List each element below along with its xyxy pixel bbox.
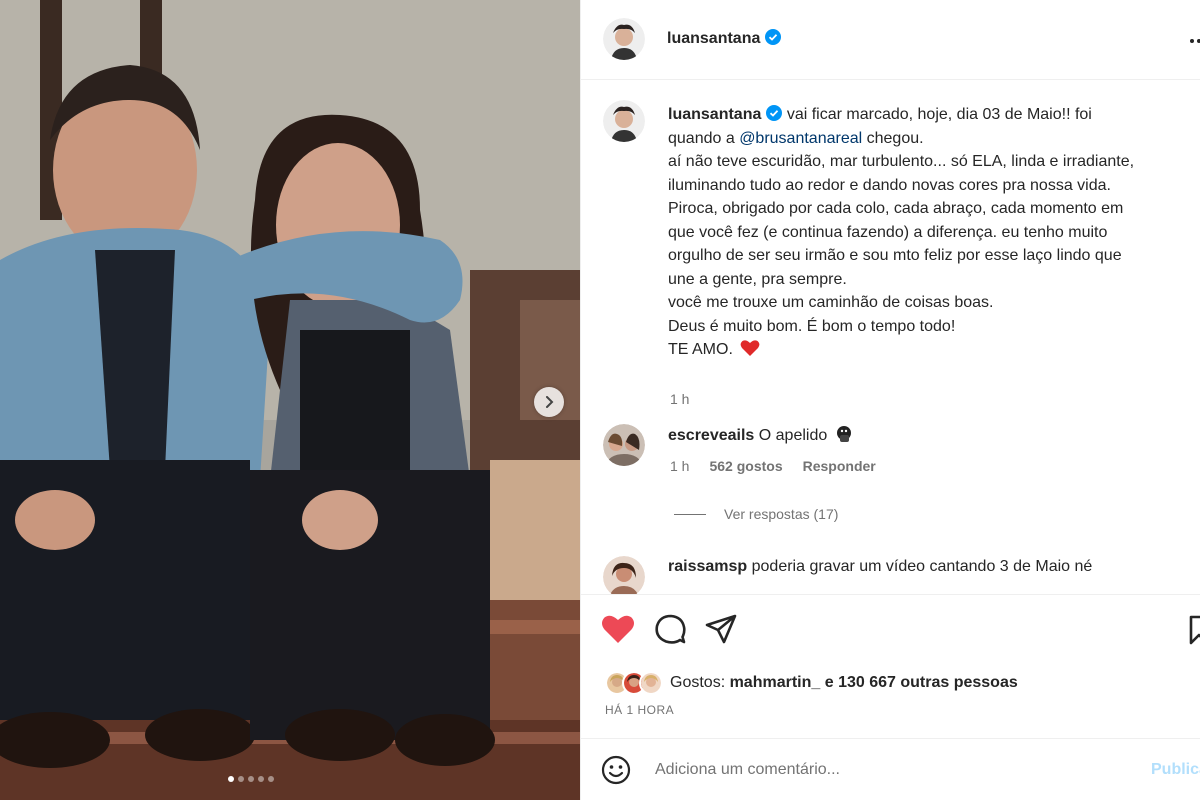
comment-username[interactable]: escreveails xyxy=(668,427,754,444)
comment-body: raissamsp poderia gravar um vídeo cantan… xyxy=(668,556,1198,578)
likes-count[interactable]: e 130 667 outras pessoas xyxy=(820,674,1018,691)
caption-line: que você fez (e continua fazendo) a dife… xyxy=(668,223,1108,241)
view-replies-button[interactable]: Ver respostas (17) xyxy=(674,506,838,522)
comment-input[interactable] xyxy=(655,755,1135,785)
comments-area[interactable]: luansantana vai ficar marcado, hoje, dia… xyxy=(581,81,1200,594)
avatar[interactable] xyxy=(603,18,645,60)
carousel-indicator xyxy=(228,776,274,782)
post-header: luansantana xyxy=(581,0,1200,80)
mention-link[interactable]: @brusantanareal xyxy=(739,130,862,147)
comment-meta: 1 h 562 gostos Responder xyxy=(670,458,876,474)
comment-body: escreveails O apelido xyxy=(668,424,1198,447)
caption-line: une a gente, pra sempre. xyxy=(668,270,847,288)
caption-line: quando a xyxy=(668,129,740,147)
comment-text: poderia gravar um vídeo cantando 3 de Ma… xyxy=(751,558,1093,575)
avatar[interactable] xyxy=(603,556,645,594)
hand-over-mouth-emoji-icon xyxy=(836,426,851,442)
likes-prefix: Gostos: xyxy=(670,674,730,691)
caption-line: você me trouxe um caminhão de coisas boa… xyxy=(668,294,994,311)
caption-line: Deus é muito bom. É bom o tempo todo! xyxy=(668,317,956,335)
comment-icon[interactable] xyxy=(654,613,686,645)
comment-time[interactable]: 1 h xyxy=(670,458,689,474)
caption-line: aí não teve escuridão, mar turbulento...… xyxy=(668,153,1135,170)
post-side-panel: luansantana luansantana vai ficar marcad… xyxy=(580,0,1200,800)
caption-line: TE AMO. xyxy=(668,341,733,358)
post-author[interactable]: luansantana xyxy=(667,29,782,48)
heart-liked-icon[interactable] xyxy=(601,614,635,644)
red-heart-emoji-icon xyxy=(740,340,760,356)
comment-username[interactable]: raissamsp xyxy=(668,558,747,575)
carousel-dot xyxy=(248,776,254,782)
username[interactable]: luansantana xyxy=(667,30,760,47)
post-timestamp[interactable]: HÁ 1 HORA xyxy=(605,703,674,717)
save-button[interactable] xyxy=(1189,615,1200,650)
caption-line: Piroca, obrigado por cada colo, cada abr… xyxy=(668,200,1124,217)
carousel-dot xyxy=(228,776,234,782)
verified-badge-icon xyxy=(766,105,783,121)
caption-time[interactable]: 1 h xyxy=(670,391,689,407)
share-icon[interactable] xyxy=(705,614,737,644)
more-options-button[interactable] xyxy=(1189,28,1200,49)
smiley-icon xyxy=(601,755,631,785)
avatar xyxy=(639,671,663,695)
caption-username[interactable]: luansantana xyxy=(668,106,761,123)
avatar[interactable] xyxy=(603,424,645,466)
caption-line: orgulho de ser seu irmão e sou mto feliz… xyxy=(668,247,1122,264)
publish-button[interactable]: Publicar xyxy=(1151,761,1200,779)
caption-line: chegou. xyxy=(862,129,924,147)
caption-text: luansantana vai ficar marcado, hoje, dia… xyxy=(668,103,1200,362)
more-horizontal-icon xyxy=(1190,39,1200,43)
carousel-dot xyxy=(268,776,274,782)
liker-username[interactable]: mahmartin_ xyxy=(730,674,821,691)
divider-line xyxy=(674,513,706,515)
post-photo[interactable] xyxy=(0,0,580,800)
emoji-picker-button[interactable] xyxy=(601,755,631,790)
caption-line: iluminando tudo ao redor e dando novas c… xyxy=(668,176,1111,194)
next-photo-button[interactable] xyxy=(534,387,564,417)
reply-button[interactable]: Responder xyxy=(803,458,876,474)
comment-likes[interactable]: 562 gostos xyxy=(709,458,782,474)
add-comment-bar: Publicar xyxy=(581,738,1200,800)
caption-line: vai ficar marcado, hoje, dia 03 de Maio!… xyxy=(786,106,1092,123)
likes-summary[interactable]: Gostos: mahmartin_ e 130 667 outras pess… xyxy=(605,671,1018,695)
likes-text: Gostos: mahmartin_ e 130 667 outras pess… xyxy=(670,674,1018,692)
chevron-right-icon xyxy=(546,396,554,408)
carousel-dot xyxy=(258,776,264,782)
carousel-dot xyxy=(238,776,244,782)
comment-text: O apelido xyxy=(758,427,828,444)
bookmark-icon xyxy=(1189,615,1200,645)
avatar[interactable] xyxy=(603,100,645,142)
photo-children-on-stairs xyxy=(0,0,580,800)
view-replies-label: Ver respostas (17) xyxy=(724,506,839,522)
verified-badge-icon xyxy=(765,29,782,45)
